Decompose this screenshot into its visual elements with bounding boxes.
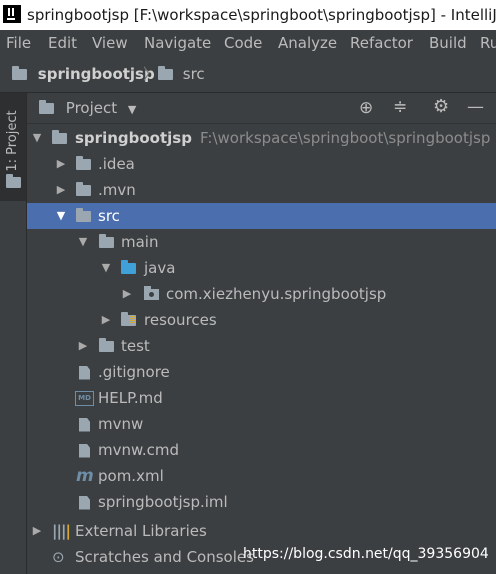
collapsed-arrow-icon[interactable]: ▶ [55, 177, 67, 203]
tree-label: mvnw [98, 415, 144, 433]
tree-item-resources[interactable]: ▶ resources [27, 307, 496, 333]
resources-folder-icon [121, 307, 136, 333]
tree-item-main[interactable]: ▼ main [27, 229, 496, 255]
expanded-arrow-icon[interactable]: ▼ [55, 203, 67, 229]
tree-label: test [121, 337, 150, 355]
tree-label: mvnw.cmd [98, 441, 180, 459]
collapsed-arrow-icon[interactable]: ▶ [77, 333, 89, 359]
menu-navigate[interactable]: Navigate [144, 30, 211, 56]
title-bar: springbootjsp [F:\workspace\springboot\s… [0, 0, 496, 30]
menu-build[interactable]: Build [429, 30, 467, 56]
scratches-icon: ⊙ [52, 548, 65, 566]
menu-run[interactable]: Ru [480, 30, 496, 56]
folder-icon [76, 177, 91, 203]
tree-item-test[interactable]: ▶ test [27, 333, 496, 359]
expanded-arrow-icon[interactable]: ▼ [77, 229, 89, 255]
tree-label: pom.xml [98, 467, 164, 485]
collapsed-arrow-icon[interactable]: ▶ [55, 151, 67, 177]
tree-root-path: F:\workspace\springboot\springbootjsp [199, 129, 491, 147]
tree-item-external-libraries[interactable]: ▶ |||| External Libraries [27, 518, 496, 544]
menu-refactor[interactable]: Refactor [350, 30, 413, 56]
tree-label: External Libraries [75, 522, 207, 540]
project-view-selector[interactable]: Project ▼ [39, 93, 136, 125]
tree-label: .gitignore [98, 363, 170, 381]
menu-file[interactable]: File [6, 30, 31, 56]
folder-icon [158, 66, 173, 80]
tree-item-src[interactable]: ▼ src [27, 203, 496, 229]
chevron-down-icon: ▼ [127, 103, 137, 116]
tree-item-help-md[interactable]: MD HELP.md [27, 385, 496, 411]
navigation-bar: springbootjsp 〉 src [0, 56, 496, 93]
project-panel-title: Project [65, 99, 118, 117]
tree-label: java [144, 259, 176, 277]
text-file-icon [79, 411, 90, 437]
text-file-icon [79, 437, 90, 463]
breadcrumb-project-label: springbootjsp [37, 65, 155, 83]
window-title: springbootjsp [F:\workspace\springboot\s… [27, 6, 496, 24]
tree-item-iml[interactable]: springbootjsp.iml [27, 489, 496, 515]
menu-analyze[interactable]: Analyze [278, 30, 337, 56]
tree-label: main [121, 233, 159, 251]
tree-item-mvnw[interactable]: mvnw [27, 411, 496, 437]
tree-label: src [98, 207, 120, 225]
menu-bar: File Edit View Navigate Code Analyze Ref… [0, 30, 496, 56]
tree-item-java[interactable]: ▼ java [27, 255, 496, 281]
breadcrumb-project[interactable]: springbootjsp [12, 56, 155, 92]
collapse-all-icon[interactable]: ≑ [393, 92, 407, 122]
project-view-icon [39, 100, 54, 114]
tree-label: com.xiezhenyu.springbootjsp [166, 285, 387, 303]
intellij-logo-icon [3, 5, 21, 23]
menu-edit[interactable]: Edit [48, 30, 77, 56]
source-root-folder-icon [121, 255, 136, 281]
tree-label: HELP.md [98, 389, 163, 407]
expanded-arrow-icon[interactable]: ▼ [31, 125, 43, 151]
expanded-arrow-icon[interactable]: ▼ [100, 255, 112, 281]
gear-icon[interactable]: ⚙ [433, 92, 449, 122]
folder-icon [99, 229, 114, 255]
tree-item-idea[interactable]: ▶ .idea [27, 151, 496, 177]
tree-root-name: springbootjsp [75, 129, 192, 147]
project-tool-tab[interactable]: 1: Project [0, 93, 26, 201]
tree-label: springbootjsp.iml [98, 493, 228, 511]
tree-label: resources [144, 311, 217, 329]
tree-label: Scratches and Consoles [75, 548, 254, 566]
libraries-icon: |||| [52, 522, 71, 540]
breadcrumb-chevron-icon: 〉 [143, 65, 159, 83]
module-file-icon [79, 489, 90, 515]
maven-icon: m [76, 466, 94, 486]
module-folder-icon [52, 125, 67, 151]
left-tool-strip: 1: Project [0, 93, 27, 574]
locate-file-icon[interactable]: ⊕ [359, 93, 373, 123]
project-folder-icon [12, 66, 27, 80]
project-tab-folder-icon [6, 174, 21, 188]
tree-item-pom[interactable]: m pom.xml [27, 463, 496, 489]
markdown-badge: MD [75, 391, 94, 406]
menu-code[interactable]: Code [224, 30, 262, 56]
breadcrumb-src-label: src [182, 65, 205, 83]
collapsed-arrow-icon[interactable]: ▶ [31, 518, 43, 544]
tree-item-package[interactable]: ▶ com.xiezhenyu.springbootjsp [27, 281, 496, 307]
minimize-icon[interactable]: — [467, 92, 484, 122]
breadcrumb-src[interactable]: src [158, 56, 205, 92]
package-icon [144, 281, 159, 307]
markdown-file-icon: MD [75, 385, 94, 411]
menu-view[interactable]: View [92, 30, 128, 56]
project-panel-header: Project ▼ ⊕ ≑ ⚙ — [27, 93, 496, 124]
tree-item-mvn[interactable]: ▶ .mvn [27, 177, 496, 203]
source-folder-icon [76, 203, 91, 229]
tree-label: .mvn [98, 181, 136, 199]
tree-label: .idea [98, 155, 135, 173]
tree-item-root[interactable]: ▼ springbootjsp F:\workspace\springboot\s… [27, 125, 496, 151]
collapsed-arrow-icon[interactable]: ▶ [121, 281, 133, 307]
tree-item-mvnw-cmd[interactable]: mvnw.cmd [27, 437, 496, 463]
tree-item-gitignore[interactable]: .gitignore [27, 359, 496, 385]
folder-icon [99, 333, 114, 359]
collapsed-arrow-icon[interactable]: ▶ [100, 307, 112, 333]
project-tool-tab-label: 1: Project [5, 110, 20, 172]
watermark: https://blog.csdn.net/qq_39356904 [243, 546, 489, 562]
folder-icon [76, 151, 91, 177]
project-tree: ▼ springbootjsp F:\workspace\springboot\s… [27, 124, 496, 574]
text-file-icon [79, 359, 90, 385]
